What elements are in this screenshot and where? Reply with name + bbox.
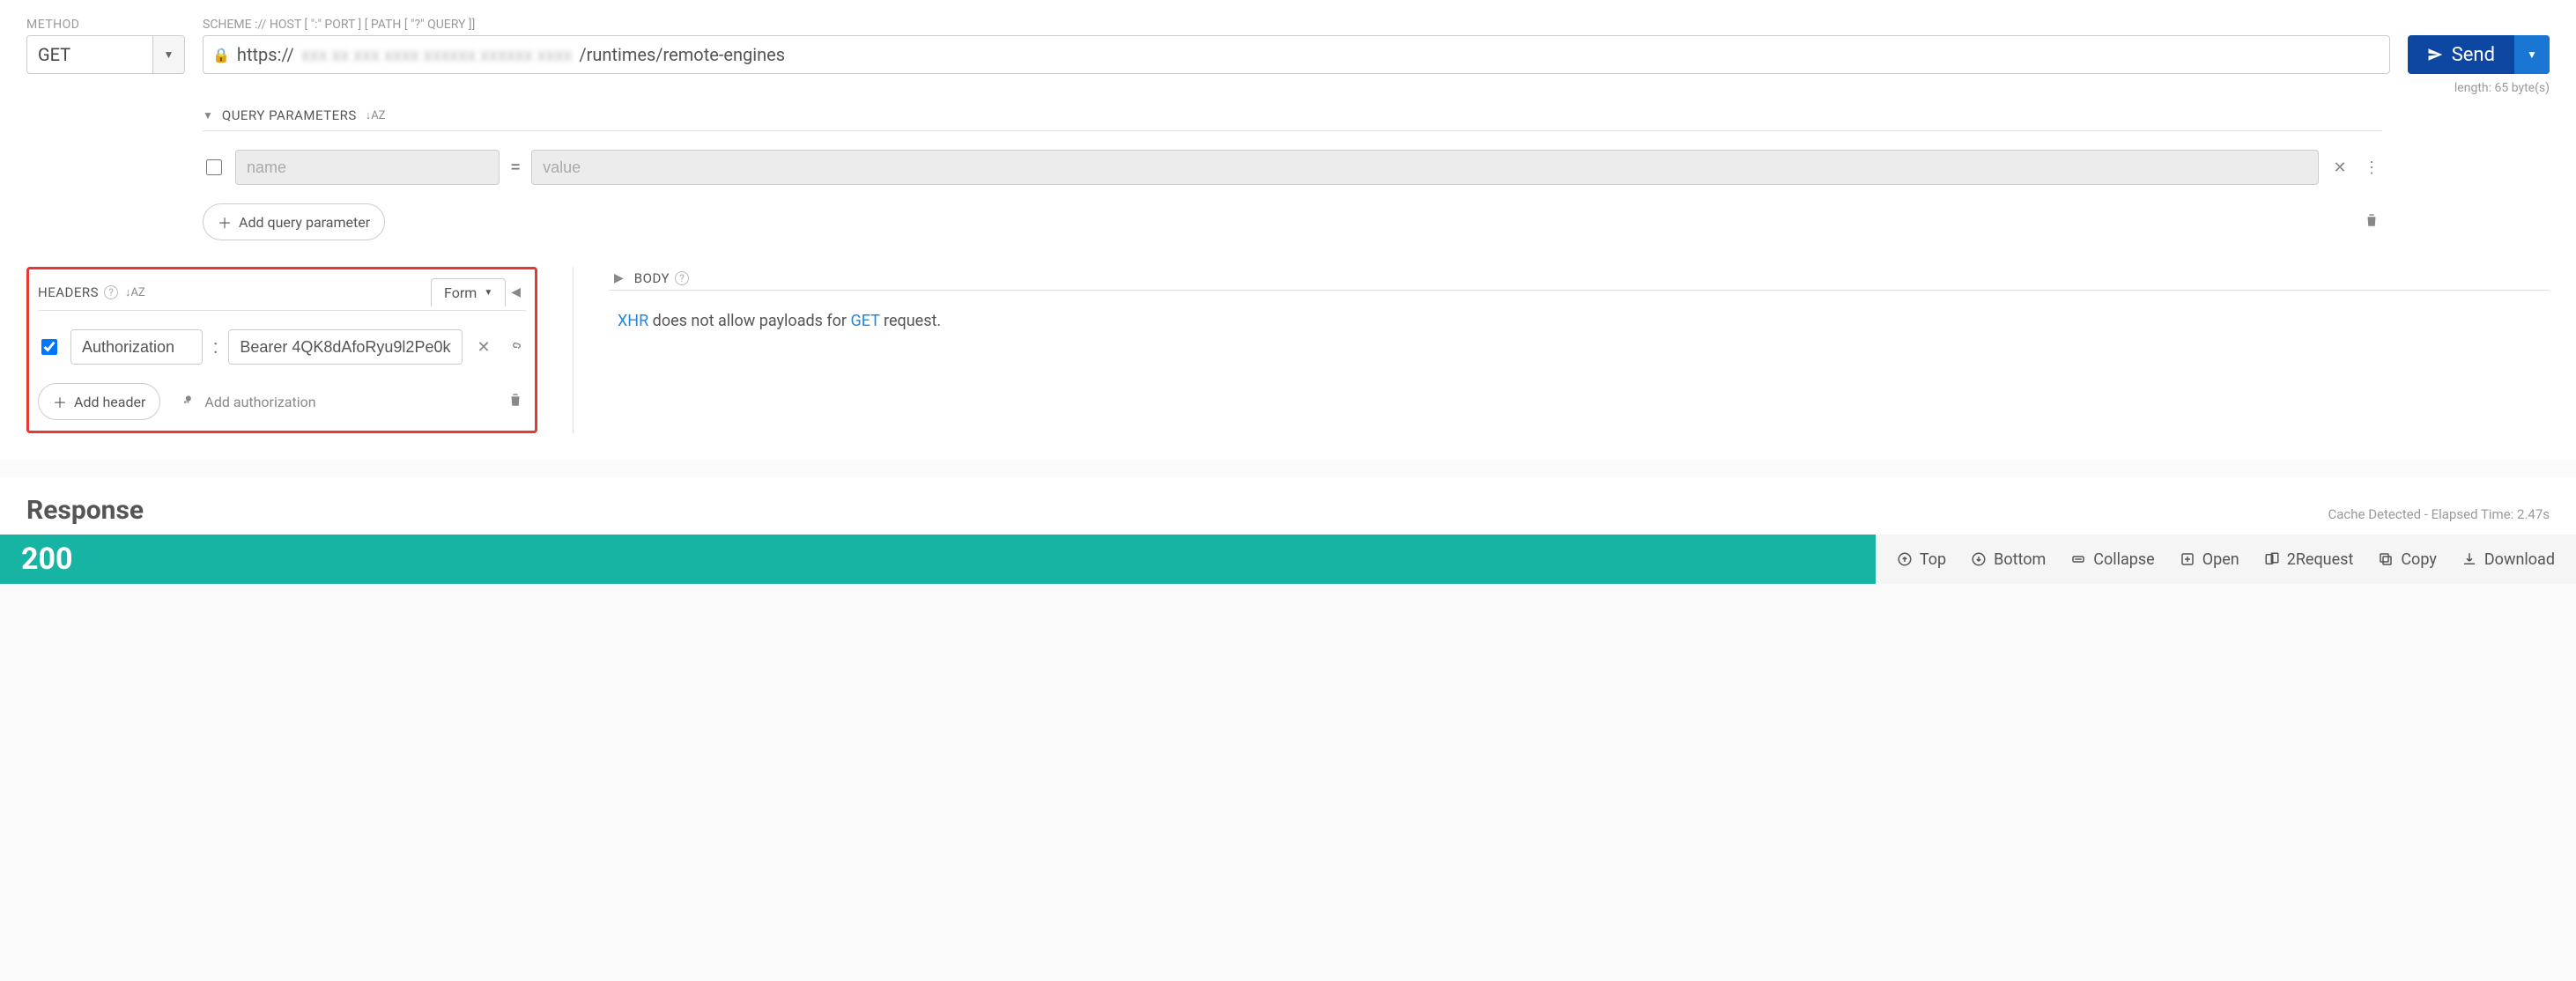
plus-icon: ＋ xyxy=(218,211,232,232)
url-hint: SCHEME :// HOST [ ":" PORT ] [ PATH [ "?… xyxy=(203,18,2390,32)
method-label: METHOD xyxy=(26,18,185,32)
trash-icon[interactable] xyxy=(2361,212,2382,232)
url-length: length: 65 byte(s) xyxy=(203,81,2550,95)
download-icon xyxy=(2461,551,2477,567)
prev-icon[interactable]: ◀ xyxy=(506,285,526,299)
key-icon xyxy=(181,392,197,411)
lock-icon: 🔒 xyxy=(212,47,230,63)
vertical-divider xyxy=(573,267,574,433)
help-icon[interactable]: ? xyxy=(104,285,118,299)
param-name-input[interactable] xyxy=(235,150,500,185)
query-params-title: QUERY PARAMETERS xyxy=(222,107,357,123)
chevron-down-icon: ▼ xyxy=(484,288,492,298)
download-button[interactable]: Download xyxy=(2461,550,2555,569)
arrow-up-circle-icon xyxy=(1897,551,1913,567)
status-code: 200 xyxy=(0,535,1876,584)
equals-sign: = xyxy=(510,157,521,179)
collapse-icon: ▼ xyxy=(203,109,213,122)
body-note: XHR does not allow payloads for GET requ… xyxy=(609,312,2550,330)
body-title: BODY xyxy=(634,270,670,286)
param-value-input[interactable] xyxy=(531,150,2319,185)
add-header-label: Add header xyxy=(74,394,145,410)
copy-button[interactable]: Copy xyxy=(2378,550,2437,569)
body-section: ▶ BODY ? XHR does not allow payloads for… xyxy=(609,267,2550,433)
add-authorization-button[interactable]: Add authorization xyxy=(181,392,315,411)
response-toolbar: Top Bottom Collapse Open 2Request xyxy=(1876,535,2576,584)
headers-title: HEADERS xyxy=(38,284,99,300)
copy-icon xyxy=(2378,551,2394,567)
url-scheme: https:// xyxy=(237,44,294,65)
form-toggle-label: Form xyxy=(444,284,477,301)
colon-sign: : xyxy=(213,336,218,358)
url-input[interactable]: 🔒 https:// xxx xx xxx xxxx xxxxxx xxxxxx… xyxy=(203,35,2390,74)
remove-param-icon[interactable]: ✕ xyxy=(2329,159,2350,177)
header-row: : ✕ xyxy=(38,327,526,367)
sort-icon[interactable]: ↓A͏Z xyxy=(125,285,145,299)
query-params-header[interactable]: ▼ QUERY PARAMETERS ↓A͏Z xyxy=(203,100,2382,131)
send-more[interactable]: ▼ xyxy=(2514,35,2550,74)
query-param-row: = ✕ ⋮ xyxy=(203,147,2382,188)
header-enable-checkbox[interactable] xyxy=(41,329,57,365)
open-icon xyxy=(2180,551,2195,567)
param-enable-checkbox[interactable] xyxy=(206,150,222,185)
sort-icon[interactable]: ↓A͏Z xyxy=(366,108,386,122)
send-button[interactable]: Send ▼ xyxy=(2408,35,2550,74)
xhr-link[interactable]: XHR xyxy=(618,312,648,330)
method-select[interactable]: GET ▼ xyxy=(26,35,185,74)
headers-view-toggle[interactable]: Form ▼ xyxy=(431,278,506,306)
open-button[interactable]: Open xyxy=(2180,550,2239,569)
url-host-blurred: xxx xx xxx xxxx xxxxxx xxxxxx xxxx xyxy=(301,44,573,65)
add-query-param-button[interactable]: ＋ Add query parameter xyxy=(203,203,385,240)
add-auth-label: Add authorization xyxy=(204,394,315,410)
header-name-input[interactable] xyxy=(70,329,203,365)
send-label: Send xyxy=(2452,44,2495,66)
link-icon[interactable] xyxy=(505,337,526,358)
to-request-icon xyxy=(2264,551,2280,567)
arrow-down-circle-icon xyxy=(1971,551,1987,567)
collapse-icon xyxy=(2070,551,2086,567)
top-button[interactable]: Top xyxy=(1897,550,1946,569)
chevron-down-icon[interactable]: ▼ xyxy=(152,36,184,73)
plus-icon: ＋ xyxy=(53,391,67,412)
more-icon[interactable]: ⋮ xyxy=(2361,159,2382,177)
get-link[interactable]: GET xyxy=(850,312,879,330)
url-path: /runtimes/remote-engines xyxy=(579,44,785,65)
trash-icon[interactable] xyxy=(505,392,526,412)
response-title: Response xyxy=(26,495,144,526)
help-icon[interactable]: ? xyxy=(675,271,689,285)
response-meta: Cache Detected - Elapsed Time: 2.47s xyxy=(2328,506,2550,522)
method-value: GET xyxy=(27,36,152,73)
header-value-input[interactable] xyxy=(228,329,463,365)
to-request-button[interactable]: 2Request xyxy=(2264,550,2354,569)
expand-icon[interactable]: ▶ xyxy=(609,271,629,285)
paper-plane-icon xyxy=(2427,47,2443,63)
remove-header-icon[interactable]: ✕ xyxy=(473,338,494,357)
headers-section: HEADERS ? ↓A͏Z Form ▼ ◀ : ✕ xyxy=(26,267,537,433)
add-header-button[interactable]: ＋ Add header xyxy=(38,383,160,420)
collapse-button[interactable]: Collapse xyxy=(2070,550,2154,569)
bottom-button[interactable]: Bottom xyxy=(1971,550,2046,569)
add-query-param-label: Add query parameter xyxy=(239,214,370,231)
